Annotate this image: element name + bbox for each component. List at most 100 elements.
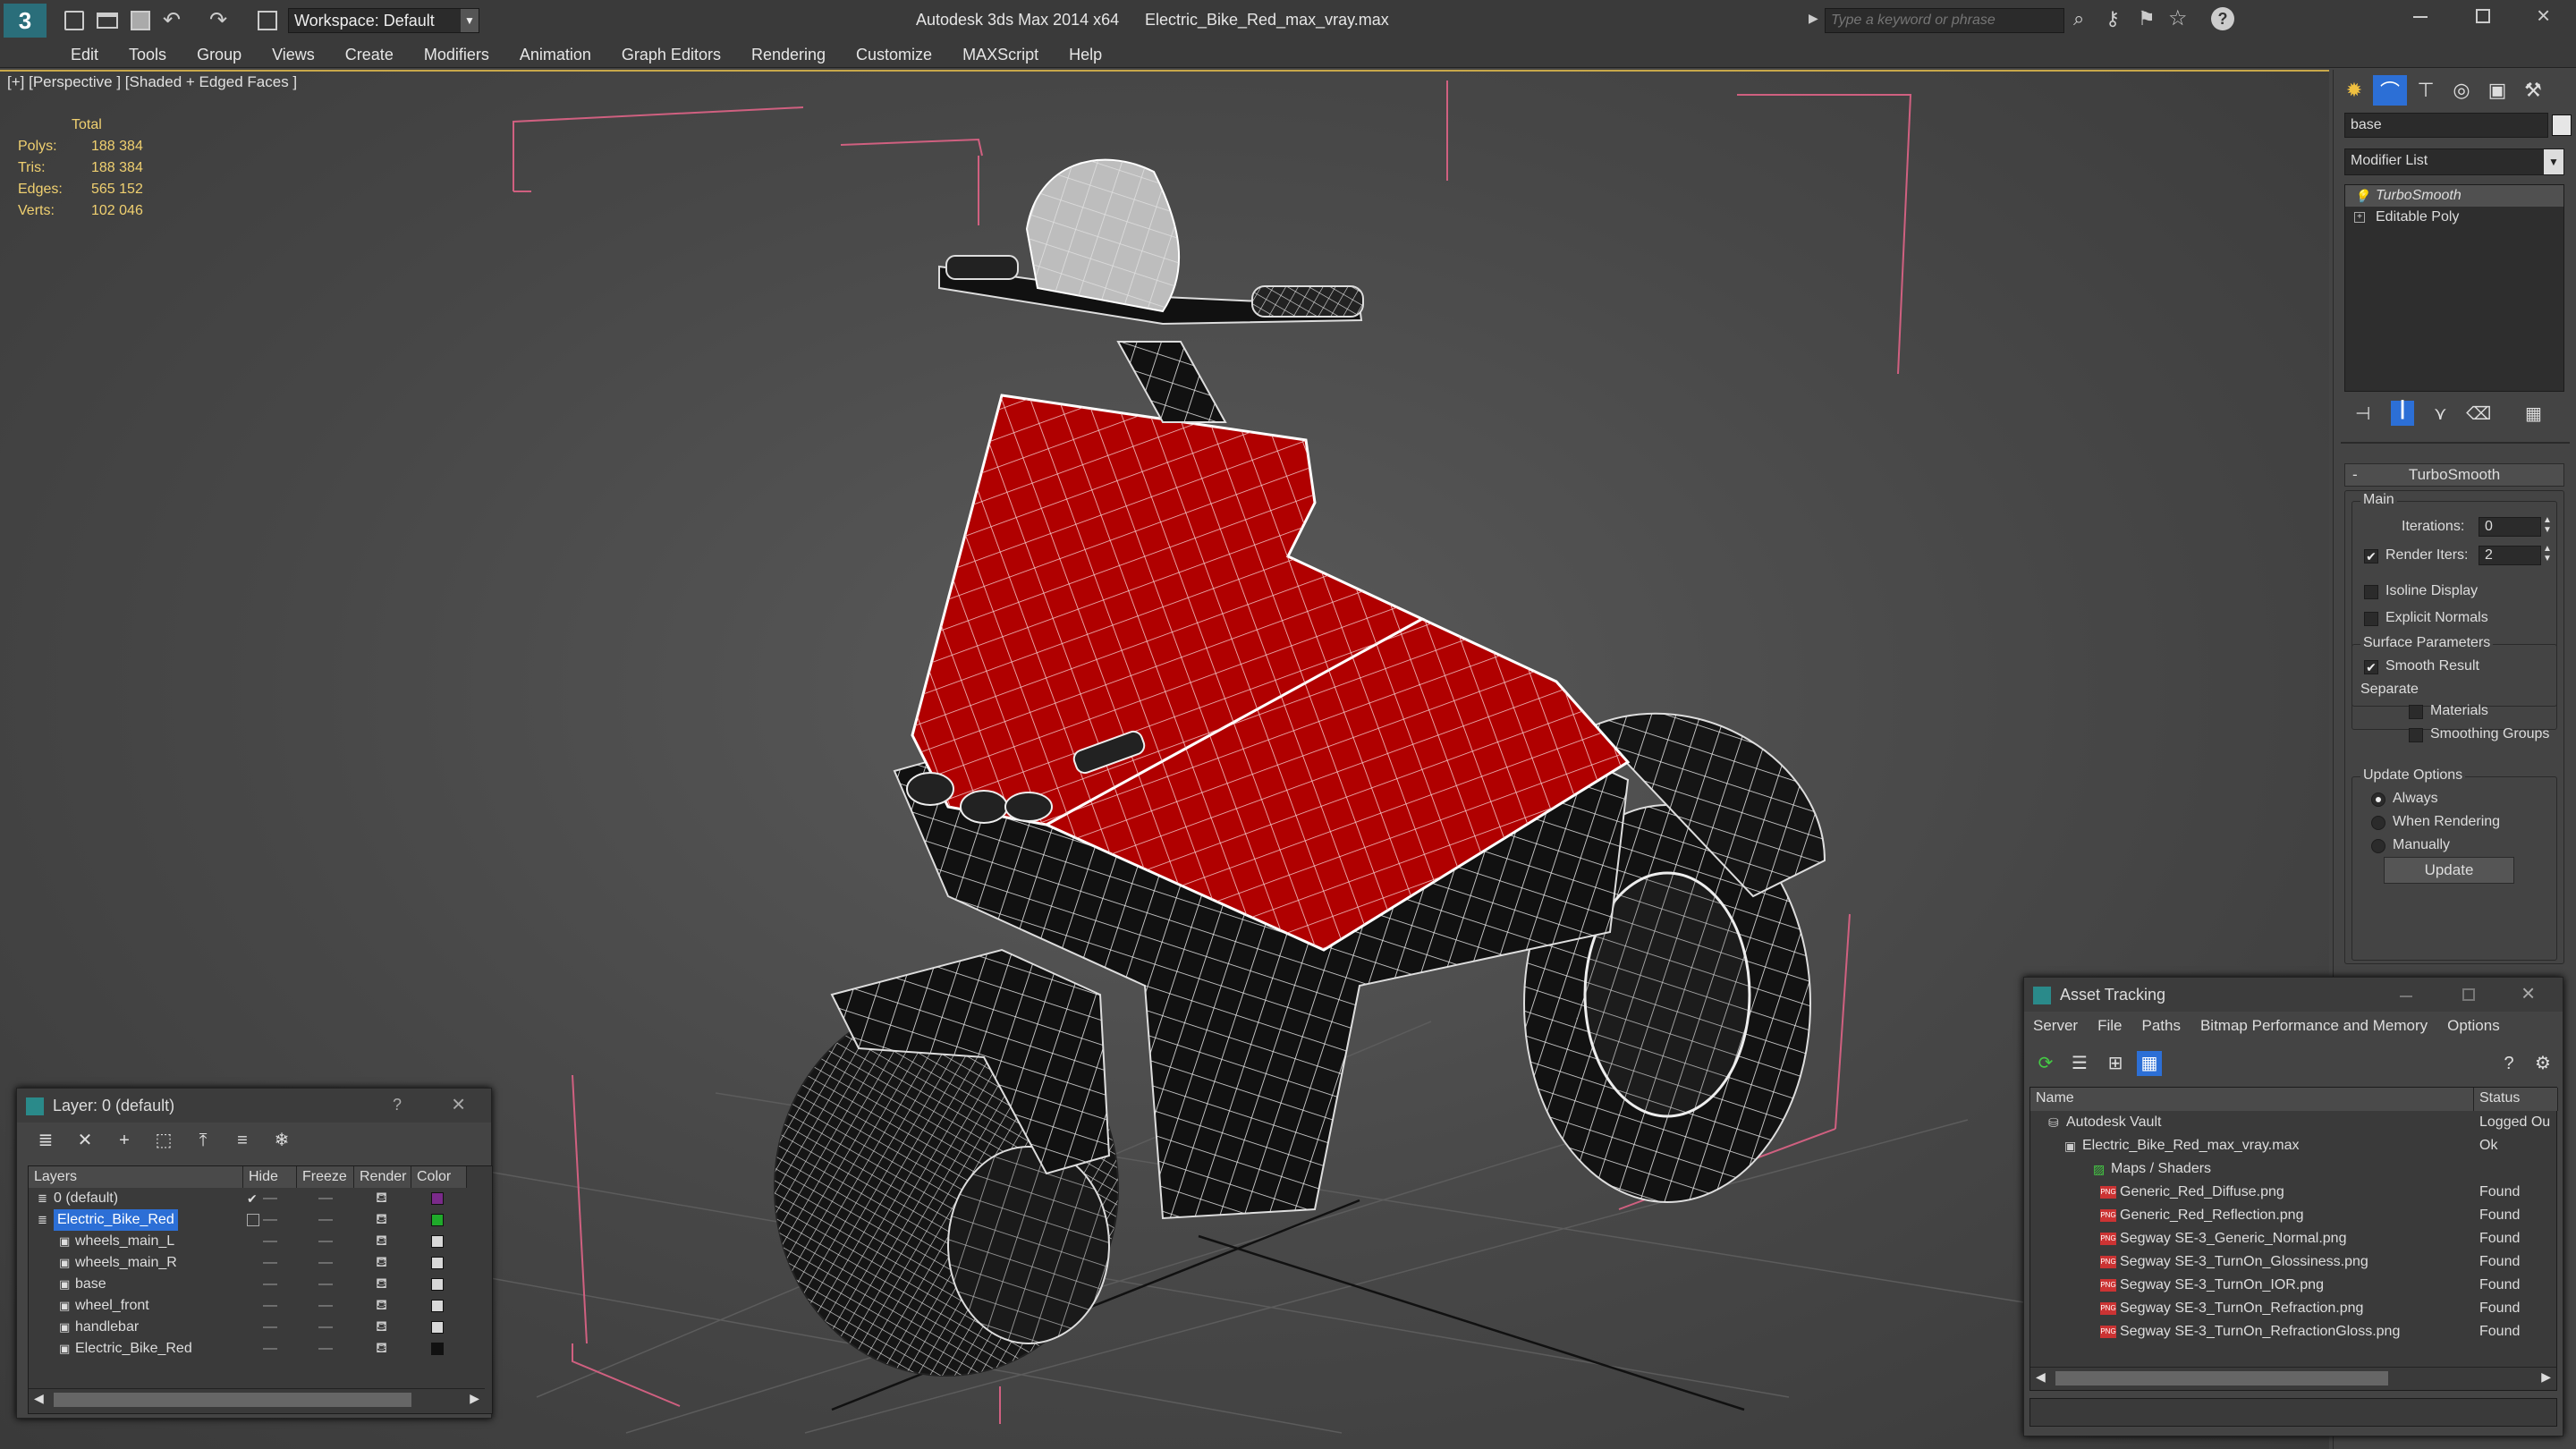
- asset-menu-options[interactable]: Options: [2447, 1017, 2500, 1040]
- layer-color-swatch[interactable]: [431, 1321, 444, 1334]
- render-teapot-icon[interactable]: ⛾: [376, 1209, 387, 1231]
- menu-graph-editors[interactable]: Graph Editors: [606, 41, 736, 68]
- freeze-all-icon[interactable]: ❄: [269, 1128, 294, 1153]
- layer-help-icon[interactable]: ?: [393, 1096, 402, 1114]
- explicit-normals-checkbox[interactable]: [2364, 612, 2378, 626]
- undo-icon[interactable]: ↶: [163, 7, 181, 33]
- open-file-icon[interactable]: [97, 13, 118, 29]
- expand-icon[interactable]: +: [2354, 212, 2365, 223]
- layer-color-swatch[interactable]: [431, 1278, 444, 1291]
- asset-row[interactable]: PNG Generic_Red_Reflection.png Found: [2030, 1204, 2556, 1227]
- select-objects-icon[interactable]: ⬚: [151, 1128, 176, 1153]
- menu-tools[interactable]: Tools: [114, 41, 182, 68]
- layer-color-swatch[interactable]: [431, 1235, 444, 1248]
- search-expand-icon[interactable]: ▶: [1809, 11, 1818, 26]
- hide-toggle[interactable]: —: [263, 1188, 277, 1209]
- save-file-icon[interactable]: [131, 11, 150, 30]
- menu-edit[interactable]: Edit: [55, 41, 114, 68]
- layer-row[interactable]: ▣ base — — ⛾: [29, 1274, 492, 1295]
- menu-views[interactable]: Views: [257, 41, 330, 68]
- hierarchy-tab-icon[interactable]: ⊤: [2409, 75, 2443, 106]
- menu-create[interactable]: Create: [330, 41, 409, 68]
- asset-row[interactable]: ⛁ Autodesk Vault Logged Ou: [2030, 1111, 2556, 1134]
- freeze-toggle[interactable]: —: [318, 1188, 333, 1209]
- utilities-tab-icon[interactable]: ⚒: [2516, 75, 2550, 106]
- render-teapot-icon[interactable]: ⛾: [376, 1231, 387, 1252]
- modifier-stack[interactable]: 💡 TurboSmooth + Editable Poly: [2344, 184, 2564, 392]
- smooth-result-checkbox[interactable]: ✔: [2364, 660, 2378, 674]
- app-logo-icon[interactable]: 3: [4, 4, 47, 38]
- scroll-left-icon[interactable]: ◀: [2036, 1369, 2046, 1385]
- search-input[interactable]: [1825, 8, 2064, 33]
- turbosmooth-rollout-title[interactable]: - TurboSmooth: [2344, 463, 2564, 487]
- hide-all-icon[interactable]: ≡: [230, 1128, 255, 1153]
- materials-checkbox[interactable]: [2409, 705, 2423, 719]
- column-color[interactable]: Color: [411, 1166, 467, 1188]
- project-folder-icon[interactable]: [258, 11, 277, 30]
- column-status[interactable]: Status: [2474, 1088, 2558, 1111]
- layer-row[interactable]: ▣ wheels_main_L — — ⛾: [29, 1231, 492, 1252]
- close-icon[interactable]: ×: [2537, 2, 2550, 30]
- freeze-toggle[interactable]: —: [318, 1338, 333, 1360]
- help-icon[interactable]: ?: [2211, 7, 2234, 30]
- layer-color-swatch[interactable]: [431, 1257, 444, 1269]
- horizontal-scrollbar[interactable]: ◀ ▶: [2030, 1367, 2556, 1388]
- lightbulb-icon[interactable]: 💡: [2354, 185, 2369, 207]
- menu-maxscript[interactable]: MAXScript: [947, 41, 1054, 68]
- column-freeze[interactable]: Freeze: [297, 1166, 354, 1188]
- active-layer-checkmark-icon[interactable]: ✔: [247, 1188, 258, 1209]
- render-teapot-icon[interactable]: ⛾: [376, 1317, 387, 1338]
- menu-customize[interactable]: Customize: [841, 41, 947, 68]
- menu-animation[interactable]: Animation: [504, 41, 606, 68]
- asset-path-bar[interactable]: [2029, 1398, 2557, 1427]
- render-iters-checkbox[interactable]: ✔: [2364, 549, 2378, 564]
- asset-menu-server[interactable]: Server: [2033, 1017, 2078, 1040]
- stack-item-turbosmooth[interactable]: 💡 TurboSmooth: [2345, 185, 2563, 207]
- highlight-layer-icon[interactable]: ⤒: [191, 1128, 216, 1153]
- freeze-toggle[interactable]: —: [318, 1274, 333, 1295]
- object-name-field[interactable]: base: [2344, 113, 2548, 138]
- asset-row[interactable]: PNG Generic_Red_Diffuse.png Found: [2030, 1181, 2556, 1204]
- hide-toggle[interactable]: —: [263, 1295, 277, 1317]
- maximize-icon[interactable]: [2462, 988, 2475, 1001]
- freeze-toggle[interactable]: —: [318, 1209, 333, 1231]
- layer-row[interactable]: ≣ Electric_Bike_Red — — ⛾: [29, 1209, 492, 1231]
- favorites-icon[interactable]: ☆: [2168, 5, 2188, 31]
- asset-window-title[interactable]: Asset Tracking: [2024, 978, 2563, 1012]
- column-name[interactable]: Name: [2030, 1088, 2474, 1111]
- asset-row[interactable]: PNG Segway SE-3_TurnOn_Refraction.png Fo…: [2030, 1297, 2556, 1320]
- minimize-icon[interactable]: [2400, 996, 2412, 997]
- smoothing-groups-checkbox[interactable]: [2409, 728, 2423, 742]
- spinner-arrows-icon[interactable]: ▲ ▼: [2543, 515, 2552, 535]
- key-icon[interactable]: ⚷: [2106, 7, 2120, 30]
- always-radio[interactable]: [2371, 792, 2385, 807]
- freeze-toggle[interactable]: —: [318, 1252, 333, 1274]
- menu-modifiers[interactable]: Modifiers: [409, 41, 504, 68]
- update-button[interactable]: Update: [2384, 857, 2514, 884]
- horizontal-scrollbar[interactable]: ◀ ▶: [29, 1388, 485, 1410]
- layer-color-swatch[interactable]: [431, 1214, 444, 1226]
- display-tab-icon[interactable]: ▣: [2480, 75, 2514, 106]
- make-unique-icon[interactable]: ⋎: [2434, 402, 2447, 425]
- when-rendering-radio[interactable]: [2371, 816, 2385, 830]
- menu-help[interactable]: Help: [1054, 41, 1117, 68]
- new-layer-icon[interactable]: ≣: [33, 1128, 58, 1153]
- column-layers[interactable]: Layers: [29, 1166, 243, 1188]
- minimize-icon[interactable]: [2413, 16, 2428, 18]
- asset-row[interactable]: PNG Segway SE-3_TurnOn_Glossiness.png Fo…: [2030, 1250, 2556, 1274]
- hide-toggle[interactable]: —: [263, 1209, 277, 1231]
- refresh-icon[interactable]: ⟳: [2033, 1051, 2058, 1076]
- hide-toggle[interactable]: —: [263, 1338, 277, 1360]
- workspace-dropdown[interactable]: Workspace: Default ▼: [288, 8, 479, 33]
- layer-row[interactable]: ▣ handlebar — — ⛾: [29, 1317, 492, 1338]
- stack-item-editable-poly[interactable]: + Editable Poly: [2345, 207, 2563, 228]
- spinner-arrows-icon[interactable]: ▲ ▼: [2543, 544, 2552, 564]
- render-teapot-icon[interactable]: ⛾: [376, 1188, 387, 1209]
- modify-tab-icon[interactable]: ⌒: [2373, 75, 2407, 106]
- asset-row[interactable]: ▣ Electric_Bike_Red_max_vray.max Ok: [2030, 1134, 2556, 1157]
- render-teapot-icon[interactable]: ⛾: [376, 1274, 387, 1295]
- add-to-layer-icon[interactable]: +: [112, 1128, 137, 1153]
- render-teapot-icon[interactable]: ⛾: [376, 1252, 387, 1274]
- object-color-swatch[interactable]: [2552, 114, 2572, 136]
- freeze-toggle[interactable]: —: [318, 1295, 333, 1317]
